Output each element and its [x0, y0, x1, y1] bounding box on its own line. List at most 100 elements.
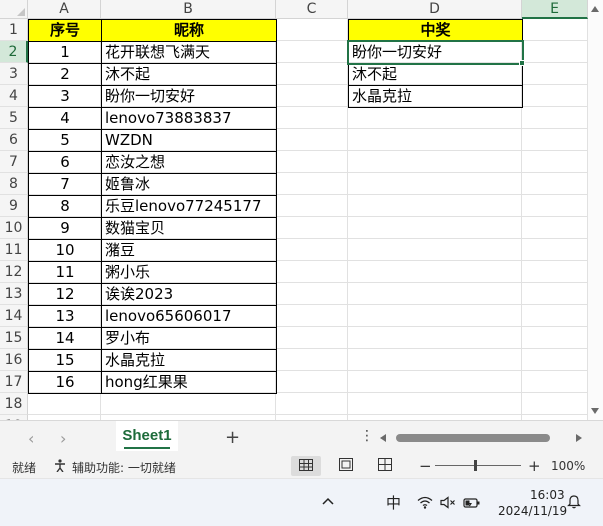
speaker-muted-icon[interactable]	[440, 494, 456, 513]
row-header-12[interactable]: 12	[0, 261, 28, 283]
row-header-8[interactable]: 8	[0, 173, 28, 195]
cell-nickname[interactable]: hong红果果	[101, 371, 277, 394]
row-header-5[interactable]: 5	[0, 107, 28, 129]
scroll-right-icon[interactable]	[576, 434, 582, 442]
zoom-in-button[interactable]: +	[528, 457, 541, 475]
header-cell-nickname[interactable]: 昵称	[101, 19, 277, 42]
cell-nickname[interactable]: 粥小乐	[101, 261, 277, 284]
clock-date[interactable]: 2024/11/19	[498, 504, 567, 518]
cell-index[interactable]: 7	[28, 173, 102, 196]
cell-nickname[interactable]: 恋汝之想	[101, 151, 277, 174]
header-cell-index[interactable]: 序号	[28, 19, 102, 42]
cell-nickname[interactable]: 沐不起	[101, 63, 277, 86]
row-header-10[interactable]: 10	[0, 217, 28, 239]
cell-index[interactable]: 3	[28, 85, 102, 108]
cell-nickname[interactable]: 盼你一切安好	[101, 85, 277, 108]
normal-view-icon[interactable]	[291, 456, 321, 476]
wifi-icon[interactable]	[417, 494, 433, 513]
cell-nickname[interactable]: 乐豆lenovo77245177	[101, 195, 277, 218]
ime-indicator[interactable]: 中	[386, 492, 401, 513]
zoom-out-button[interactable]: −	[419, 457, 432, 475]
row-header-6[interactable]: 6	[0, 129, 28, 151]
zoom-level[interactable]: 100%	[551, 459, 585, 473]
cell-index[interactable]: 10	[28, 239, 102, 262]
cell-index[interactable]: 16	[28, 371, 102, 394]
scroll-down-icon[interactable]	[591, 408, 599, 414]
scroll-left-icon[interactable]	[380, 434, 386, 442]
cell-index[interactable]: 15	[28, 349, 102, 372]
cell-index[interactable]: 1	[28, 41, 102, 64]
cell-nickname[interactable]: lenovo65606017	[101, 305, 277, 328]
cell-winner[interactable]: 沐不起	[348, 63, 523, 86]
scroll-thumb[interactable]	[396, 434, 550, 442]
cell-nickname[interactable]: 水晶克拉	[101, 349, 277, 372]
fill-handle[interactable]	[519, 60, 525, 66]
zoom-slider[interactable]	[435, 465, 521, 466]
column-header-a[interactable]: A	[28, 0, 101, 19]
row-header-1[interactable]: 1	[0, 19, 28, 41]
horizontal-scrollbar[interactable]	[378, 431, 584, 445]
cell-nickname[interactable]: 诶诶2023	[101, 283, 277, 306]
cell-index[interactable]: 5	[28, 129, 102, 152]
vertical-scrollbar[interactable]	[588, 0, 603, 420]
zoom-slider-thumb[interactable]	[474, 460, 477, 471]
gridline-horizontal	[28, 414, 588, 415]
cell-index[interactable]: 9	[28, 217, 102, 240]
more-options-icon[interactable]: ⋮	[360, 428, 374, 444]
prev-sheet-icon[interactable]: ‹	[28, 429, 34, 448]
cell-nickname[interactable]: 数猫宝贝	[101, 217, 277, 240]
cell-nickname[interactable]: 潴豆	[101, 239, 277, 262]
cell-index[interactable]: 4	[28, 107, 102, 130]
cell-nickname[interactable]: 花开联想飞满天	[101, 41, 277, 64]
cell-index[interactable]: 6	[28, 151, 102, 174]
scroll-up-icon[interactable]	[591, 6, 599, 12]
cell-nickname[interactable]: 罗小布	[101, 327, 277, 350]
status-bar: 就绪 辅助功能: 一切就绪 − + 100%	[0, 454, 603, 478]
select-all-corner[interactable]	[0, 0, 28, 19]
row-header-9[interactable]: 9	[0, 195, 28, 217]
column-header-e[interactable]: E	[522, 0, 588, 19]
notification-bell-icon[interactable]	[567, 494, 581, 513]
page-break-view-icon[interactable]	[370, 456, 400, 476]
cell-index[interactable]: 13	[28, 305, 102, 328]
cell-index[interactable]: 8	[28, 195, 102, 218]
cell-index[interactable]: 2	[28, 63, 102, 86]
accessibility-icon[interactable]	[54, 459, 66, 473]
row-header-3[interactable]: 3	[0, 63, 28, 85]
cell-index[interactable]: 12	[28, 283, 102, 306]
next-sheet-icon[interactable]: ›	[60, 429, 66, 448]
column-header-d[interactable]: D	[348, 0, 522, 19]
sheet-tab-bar: ‹ › Sheet1 + ⋮	[0, 420, 603, 454]
row-header-14[interactable]: 14	[0, 305, 28, 327]
show-hidden-icons-icon[interactable]	[322, 491, 334, 509]
tab-sheet1[interactable]: Sheet1	[116, 421, 178, 451]
page-layout-view-icon[interactable]	[331, 456, 361, 476]
cell-nickname[interactable]: WZDN	[101, 129, 277, 152]
taskbar: 中 16:03 2024/11/19	[0, 478, 603, 526]
cell-winner[interactable]: 水晶克拉	[348, 85, 523, 108]
header-cell-winners[interactable]: 中奖	[348, 19, 523, 42]
column-headers: ABCDEF	[0, 0, 603, 19]
row-header-2[interactable]: 2	[0, 41, 28, 63]
spreadsheet-area[interactable]: ABCDEF 12345678910111213141516171819 序号昵…	[0, 0, 603, 420]
row-header-11[interactable]: 11	[0, 239, 28, 261]
cell-index[interactable]: 14	[28, 327, 102, 350]
row-header-13[interactable]: 13	[0, 283, 28, 305]
row-header-7[interactable]: 7	[0, 151, 28, 173]
row-header-17[interactable]: 17	[0, 371, 28, 393]
ready-status: 就绪	[12, 461, 37, 475]
cell-index[interactable]: 11	[28, 261, 102, 284]
row-header-4[interactable]: 4	[0, 85, 28, 107]
column-header-b[interactable]: B	[101, 0, 276, 19]
cell-nickname[interactable]: 姬鲁冰	[101, 173, 277, 196]
cell-nickname[interactable]: lenovo73883837	[101, 107, 277, 130]
clock-time[interactable]: 16:03	[530, 488, 565, 502]
add-sheet-button[interactable]: +	[225, 427, 240, 448]
row-header-18[interactable]: 18	[0, 393, 28, 415]
accessibility-status[interactable]: 辅助功能: 一切就绪	[72, 459, 176, 476]
column-header-c[interactable]: C	[276, 0, 348, 19]
row-header-15[interactable]: 15	[0, 327, 28, 349]
row-header-16[interactable]: 16	[0, 349, 28, 371]
cell-winner[interactable]: 盼你一切安好	[348, 41, 523, 64]
battery-icon[interactable]	[463, 494, 481, 513]
